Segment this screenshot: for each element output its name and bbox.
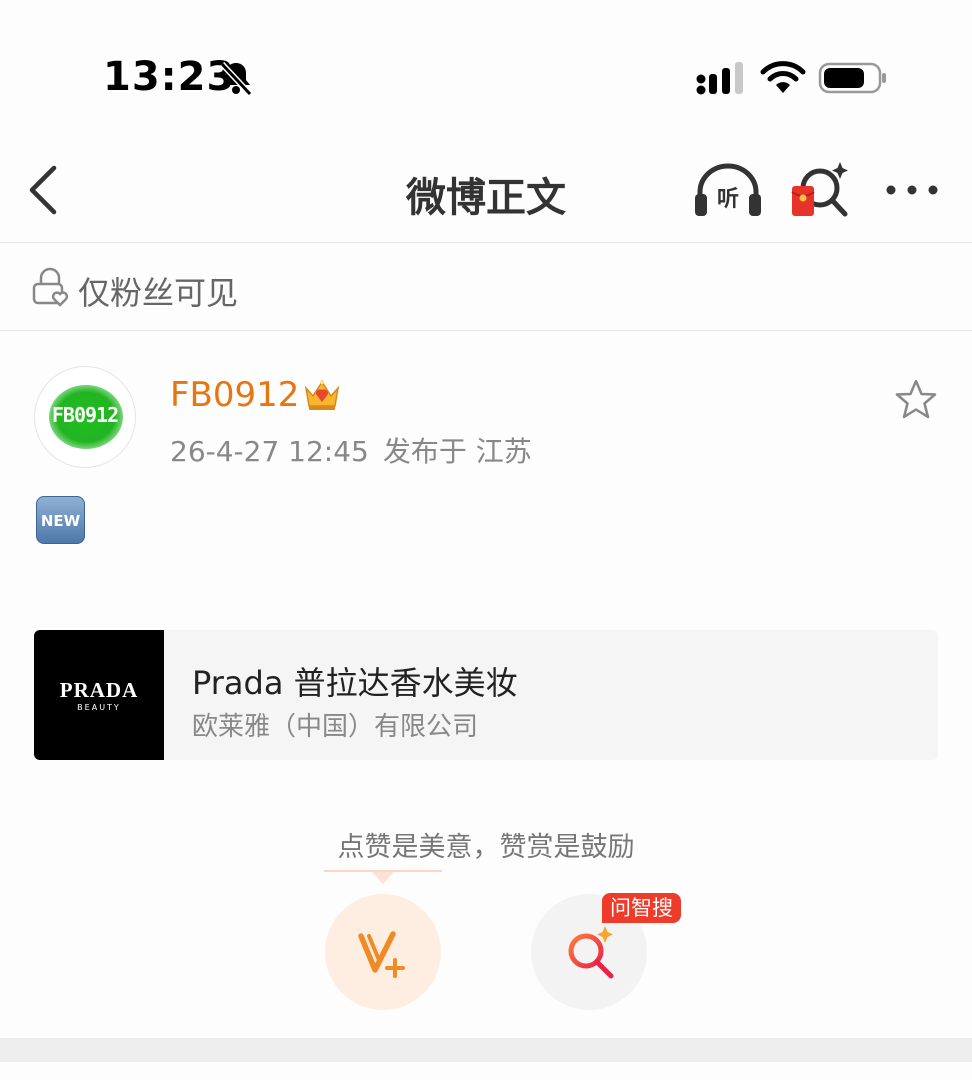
avatar-text: FB0912 [51, 403, 119, 427]
nav-bar: 微博正文 听 [0, 140, 972, 243]
brand-name: Prada 普拉达香水美妆 [192, 664, 518, 702]
more-icon[interactable] [884, 178, 940, 202]
v-plus-reward-icon [358, 931, 405, 978]
brand-logo: PRADA BEAUTY [34, 630, 164, 760]
reward-button[interactable] [325, 894, 441, 1010]
listen-icon[interactable]: 听 [692, 160, 764, 220]
fans-only-lock-icon [32, 267, 69, 307]
visibility-label: 仅粉丝可见 [78, 274, 239, 312]
wifi-icon [760, 61, 806, 93]
reward-pointer [324, 870, 442, 884]
brand-logo-main: PRADA [59, 678, 139, 702]
crown-icon[interactable] [302, 376, 342, 412]
listen-label: 听 [717, 187, 739, 212]
battery-icon [818, 62, 886, 94]
avatar[interactable]: FB0912 [34, 366, 136, 468]
status-bar: 13:23 [0, 0, 972, 130]
section-divider [0, 1038, 972, 1062]
ai-search-icon [568, 926, 614, 979]
signal-icon [696, 62, 743, 95]
brand-logo-sub: BEAUTY [77, 703, 121, 712]
brand-card[interactable]: PRADA BEAUTY Prada 普拉达香水美妆 欧莱雅（中国）有限公司 [34, 630, 938, 760]
bell-muted-icon [219, 61, 253, 97]
post-meta: 26-4-27 12:45 发布于 江苏 [170, 430, 546, 470]
visibility-notice: 仅粉丝可见 [0, 243, 972, 331]
new-emoji-badge: NEW [36, 496, 85, 544]
brand-company: 欧莱雅（中国）有限公司 [192, 712, 479, 742]
weibo-post-page: 13:23 微博正文 听 仅粉丝可见 FB0912 FB0912 26-4-27… [0, 0, 972, 1080]
author-name[interactable]: FB0912 [170, 375, 299, 415]
post-timestamp: 26-4-27 12:45 [170, 435, 369, 468]
ai-search-badge: 问智搜 [602, 893, 681, 923]
post-location: 发布于 江苏 [382, 435, 532, 468]
favorite-star-icon[interactable] [894, 378, 938, 422]
red-packet-search-icon[interactable] [790, 158, 852, 220]
reward-hint: 点赞是美意，赞赏是鼓励 [337, 832, 635, 863]
